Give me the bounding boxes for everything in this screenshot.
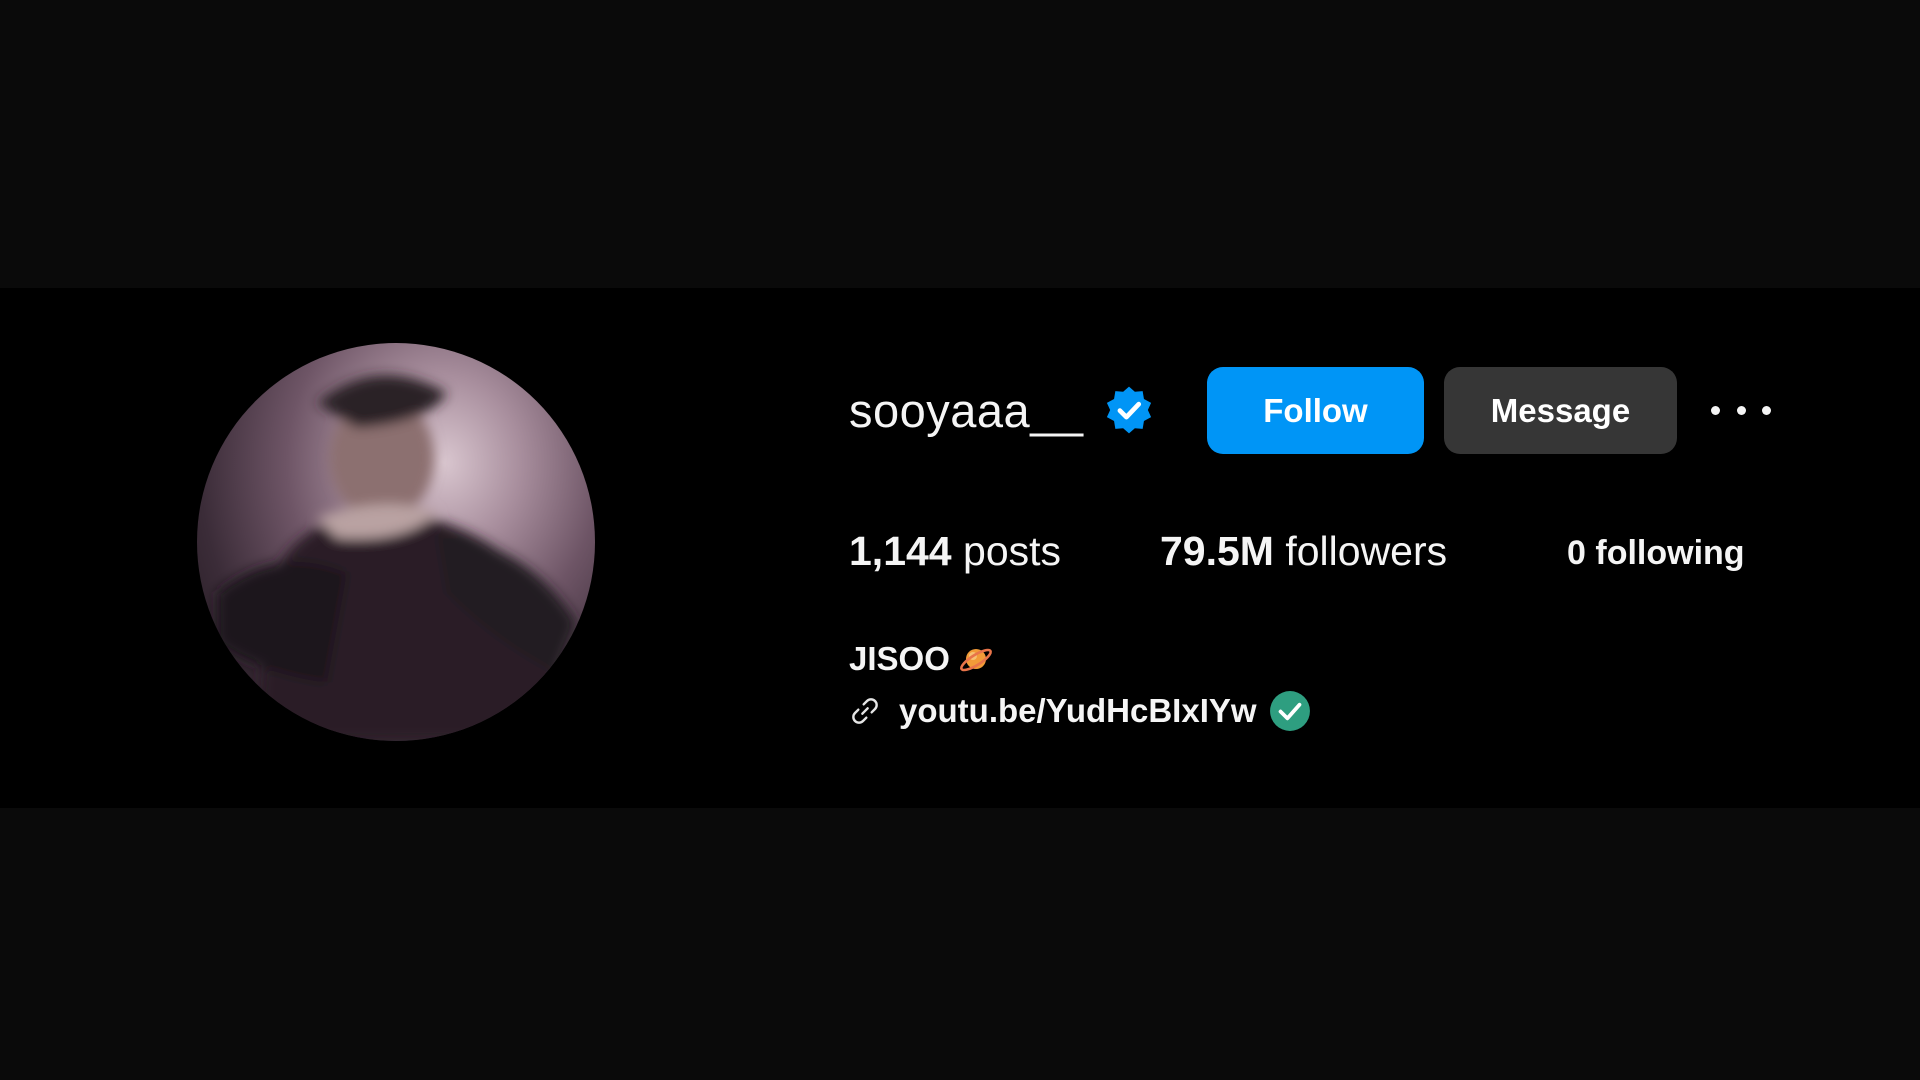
avatar-image [217,375,577,741]
profile-avatar[interactable] [197,343,595,741]
posts-stat: 1,144 posts [849,528,1061,575]
following-stat[interactable]: 0 following [1567,534,1745,573]
followers-stat[interactable]: 79.5M followers [1160,528,1447,575]
posts-count: 1,144 [849,528,952,574]
message-button[interactable]: Message [1444,367,1677,454]
following-count: 0 [1567,534,1586,572]
follow-button[interactable]: Follow [1207,367,1424,454]
link-icon [852,698,878,724]
ringed-planet-icon [959,648,992,672]
more-dot [1762,405,1771,415]
check-circle-icon [1269,691,1310,731]
username-row: sooyaaa__ [849,365,1155,455]
verified-badge-icon [1107,386,1152,434]
bio-name-row: JISOO [849,640,994,678]
posts-label: posts [963,528,1062,574]
more-dot [1736,405,1746,415]
following-label: following [1595,534,1745,572]
bio-link[interactable]: youtu.be/YudHcBIxIYw [899,692,1257,730]
more-dot [1711,405,1720,415]
followers-label: followers [1285,528,1448,574]
followers-count: 79.5M [1160,528,1274,574]
bio-link-row[interactable]: youtu.be/YudHcBIxIYw [849,688,1311,734]
username: sooyaaa__ [849,383,1084,437]
bio-name: JISOO [849,640,950,677]
more-options-icon[interactable] [1711,392,1771,428]
